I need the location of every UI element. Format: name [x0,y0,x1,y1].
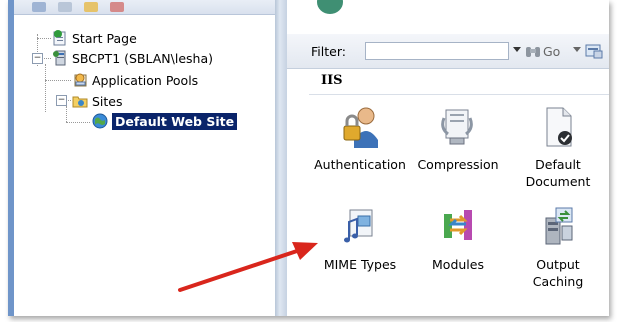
annotation-arrow [178,242,318,292]
